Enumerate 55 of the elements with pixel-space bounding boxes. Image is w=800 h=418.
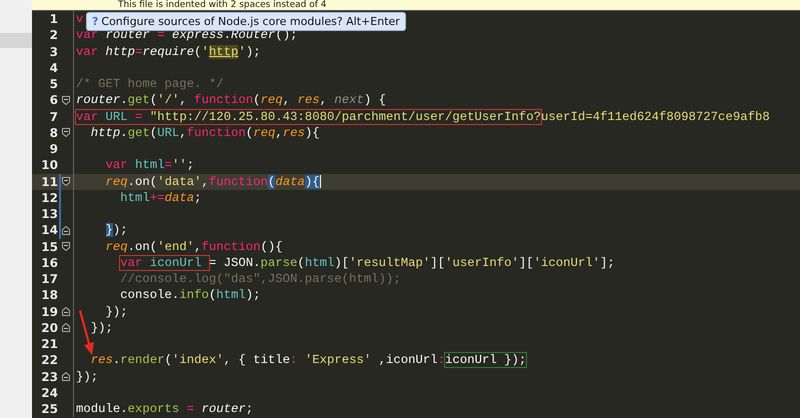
code-line: var URL = "http://120.25.80.43:8080/parchment/user/getUserInfo?userId=4f11ed624f8098727ce9afb8	[76, 110, 770, 124]
line-number: 16	[40, 256, 58, 270]
code-line: router.get('/', function(req, res, next) {	[76, 93, 386, 108]
code-line: });	[90, 320, 113, 335]
line-number: 6	[48, 93, 58, 108]
code-line: });	[76, 370, 98, 384]
line-number: 22	[40, 353, 58, 368]
tooltip-text: Configure sources of Node.js core modules? Alt+Enter	[101, 15, 400, 28]
line-number: 8	[48, 126, 58, 140]
code-line: v	[76, 12, 84, 26]
line-number: 2	[48, 28, 58, 42]
side-panel-row	[0, 33, 32, 48]
fold-marker-icon[interactable]	[62, 128, 70, 138]
fold-marker-icon[interactable]	[62, 177, 70, 186]
line-number: 14	[40, 223, 58, 238]
line-number: 12	[40, 190, 58, 205]
code-line: var html='';	[104, 158, 194, 172]
code-line: req.on('end',function(){	[104, 240, 283, 254]
line-number: 21	[40, 337, 58, 352]
code-line: res.render('index', { title: 'Express' ,iconUrl:iconUrl });	[90, 353, 526, 368]
line-number: 4	[48, 60, 58, 75]
line-number: 7	[48, 110, 58, 124]
code-line: //console.log("das",JSON.parse(html));	[119, 272, 401, 286]
line-number: 23	[40, 370, 58, 384]
code-line: http.get(URL,function(req,res){	[90, 126, 320, 140]
code-line: });	[104, 223, 128, 238]
fold-marker-icon[interactable]	[62, 242, 70, 252]
line-number: 25	[40, 402, 58, 416]
code-line: /* GET home page. */	[76, 77, 224, 92]
line-number: 15	[40, 240, 58, 254]
fold-marker-icon[interactable]	[62, 323, 70, 332]
line-number: 17	[40, 272, 58, 286]
line-number: 13	[40, 207, 58, 222]
line-number: 3	[48, 44, 58, 59]
line-number: 18	[40, 288, 58, 302]
fold-marker-icon[interactable]	[62, 372, 70, 382]
fold-marker-icon[interactable]	[62, 226, 70, 235]
question-icon: ?	[92, 15, 98, 28]
code-line: var http=require('http');	[76, 44, 261, 59]
code-line: console.info(html);	[119, 288, 261, 302]
line-number: 9	[48, 142, 58, 156]
line-number: 11	[40, 174, 58, 189]
line-number: 20	[40, 320, 58, 335]
line-number: 5	[48, 77, 58, 92]
code-line: module.exports = router;	[76, 402, 254, 416]
line-number: 1	[48, 12, 58, 26]
code-line: req.on('data',function(data){	[104, 174, 321, 189]
line-number: 10	[40, 158, 58, 172]
indent-notice: This file is indented with 2 spaces instead of 4	[32, 0, 800, 11]
code-line: });	[104, 304, 128, 319]
fold-marker-icon[interactable]	[62, 96, 70, 105]
line-number: 19	[40, 304, 58, 319]
fold-marker-icon[interactable]	[62, 307, 70, 316]
line-number: 24	[40, 386, 58, 400]
code-line: html+=data;	[119, 190, 202, 205]
